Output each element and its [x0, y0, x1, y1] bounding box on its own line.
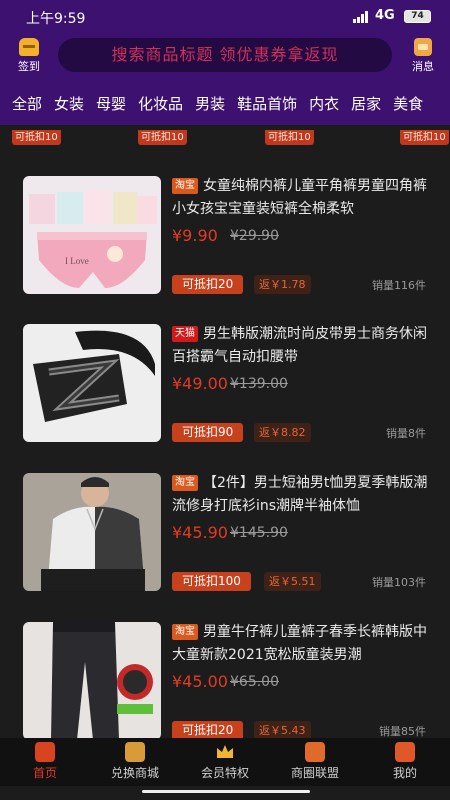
alliance-icon: [305, 742, 325, 762]
product-price: ¥9.90: [172, 226, 218, 245]
bottom-tab-bar: 首页 兑换商城 会员特权 商圈联盟 我的: [0, 738, 450, 786]
product-list: I Love 淘宝 女童纯棉内裤儿童平角裤男童四角裤小女孩宝宝童装短裤全棉柔软 …: [10, 160, 438, 738]
search-bar[interactable]: 搜索商品标题 领优惠券拿返现: [58, 38, 392, 72]
product-title: 男童牛仔裤儿童裤子春季长裤韩版中大童新款2021宽松版童装男潮: [172, 624, 427, 663]
tab-maternal-baby[interactable]: 母婴: [96, 93, 126, 114]
product-card[interactable]: 淘宝 男童牛仔裤儿童裤子春季长裤韩版中大童新款2021宽松版童装男潮 ¥45.0…: [10, 606, 438, 738]
product-image: [23, 473, 161, 591]
product-title: 女童纯棉内裤儿童平角裤男童四角裤小女孩宝宝童装短裤全棉柔软: [172, 178, 427, 217]
original-price: ¥145.90: [230, 525, 288, 541]
battery-icon: 74: [404, 10, 431, 23]
deduct-button[interactable]: 可抵扣20: [172, 721, 244, 738]
home-icon: [35, 742, 55, 762]
deduct-tag: 可抵扣10: [265, 130, 314, 145]
message-button[interactable]: 消息: [406, 38, 440, 74]
message-label: 消息: [412, 60, 434, 73]
deduct-tag: 可抵扣10: [138, 130, 187, 145]
profile-icon: [395, 742, 415, 762]
rebate-badge: 返￥5.43: [254, 721, 311, 738]
tab-member-privileges[interactable]: 会员特权: [180, 738, 270, 781]
category-tabs: 全部 女装 母婴 化妆品 男装 鞋品首饰 内衣 居家 美食: [0, 93, 423, 117]
mall-icon: [125, 742, 145, 762]
product-card[interactable]: I Love 淘宝 女童纯棉内裤儿童平角裤男童四角裤小女孩宝宝童装短裤全棉柔软 …: [10, 160, 438, 300]
tab-womens-clothing[interactable]: 女装: [54, 93, 84, 114]
product-image: [23, 622, 161, 738]
tab-all[interactable]: 全部: [12, 93, 42, 114]
tab-business-alliance[interactable]: 商圈联盟: [270, 738, 360, 781]
tab-label: 我的: [392, 766, 417, 780]
tab-label: 首页: [32, 766, 57, 780]
tab-cosmetics[interactable]: 化妆品: [138, 93, 183, 114]
deduct-tag: 可抵扣10: [12, 130, 61, 145]
signal-icon: [353, 11, 369, 23]
sales-count: 销量103件: [372, 576, 426, 589]
product-title: 男生韩版潮流时尚皮带男士商务休闲百搭霸气自动扣腰带: [172, 326, 427, 365]
original-price: ¥139.00: [230, 376, 288, 392]
tab-shoes-jewelry[interactable]: 鞋品首饰: [237, 93, 297, 114]
signin-label: 签到: [18, 60, 40, 73]
product-price: ¥49.00: [172, 374, 228, 393]
search-placeholder: 搜索商品标题 领优惠券拿返现: [111, 45, 339, 64]
product-price: ¥45.90: [172, 523, 228, 542]
svg-text:I Love: I Love: [65, 256, 89, 266]
signin-button[interactable]: 签到: [12, 38, 46, 74]
deduct-button[interactable]: 可抵扣20: [172, 275, 244, 294]
tab-underwear[interactable]: 内衣: [309, 93, 339, 114]
original-price: ¥29.90: [230, 228, 279, 244]
crown-icon: [215, 742, 235, 762]
status-time: 上午9:59: [26, 11, 86, 27]
deduct-button[interactable]: 可抵扣90: [172, 423, 244, 442]
tab-home[interactable]: 首页: [0, 738, 90, 781]
product-price: ¥45.00: [172, 672, 228, 691]
sales-count: 销量85件: [379, 725, 426, 738]
deduct-tag: 可抵扣10: [400, 130, 449, 145]
home-indicator: [142, 790, 310, 793]
rebate-badge: 返￥1.78: [254, 275, 311, 294]
original-price: ¥65.00: [230, 674, 279, 690]
rebate-badge: 返￥5.51: [264, 572, 321, 591]
product-image: [23, 324, 161, 442]
sales-count: 销量8件: [386, 427, 426, 440]
deduct-button[interactable]: 可抵扣100: [172, 572, 251, 591]
tab-food[interactable]: 美食: [393, 93, 423, 114]
rebate-badge: 返￥8.82: [254, 423, 311, 442]
network-type: 4G: [375, 8, 395, 23]
product-image: I Love: [23, 176, 161, 294]
signin-icon: [19, 38, 39, 56]
tab-label: 会员特权: [200, 766, 249, 780]
status-bar: 上午9:59 4G 74: [0, 0, 450, 34]
sales-count: 销量116件: [372, 279, 426, 292]
tab-mine[interactable]: 我的: [360, 738, 450, 781]
product-card[interactable]: 天猫 男生韩版潮流时尚皮带男士商务休闲百搭霸气自动扣腰带 ¥49.00 ¥139…: [10, 308, 438, 448]
product-title: 【2件】男士短袖男t恤男夏季韩版潮流修身打底衫ins潮牌半袖体恤: [172, 475, 428, 514]
tab-exchange-mall[interactable]: 兑换商城: [90, 738, 180, 781]
tab-label: 商圈联盟: [290, 766, 339, 780]
tab-label: 兑换商城: [110, 766, 159, 780]
tab-home[interactable]: 居家: [351, 93, 381, 114]
product-card[interactable]: 淘宝 【2件】男士短袖男t恤男夏季韩版潮流修身打底衫ins潮牌半袖体恤 ¥45.…: [10, 457, 438, 597]
tab-mens-clothing[interactable]: 男装: [195, 93, 225, 114]
message-icon: [414, 38, 432, 56]
